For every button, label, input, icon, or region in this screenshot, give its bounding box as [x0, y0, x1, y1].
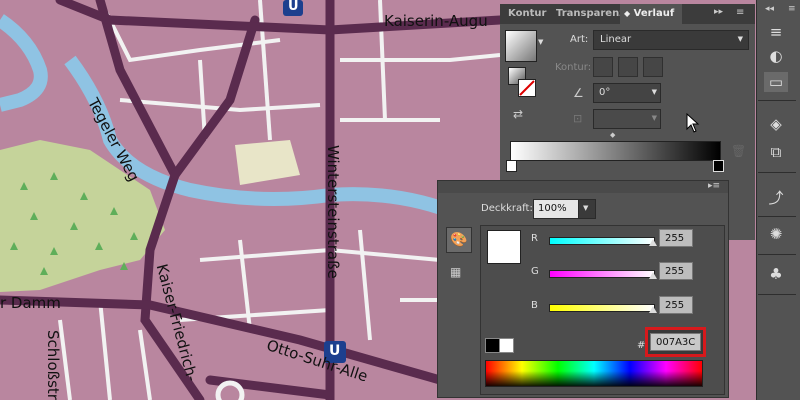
- channel-label-g: G: [531, 266, 539, 277]
- reverse-gradient-icon[interactable]: ⇄: [513, 107, 523, 121]
- white-swatch[interactable]: [499, 338, 514, 353]
- angle-icon: ∠: [573, 86, 584, 100]
- color-preview-swatch[interactable]: [487, 230, 521, 264]
- layers-panel-icon[interactable]: ◈: [764, 114, 788, 134]
- tab-verlauf[interactable]: ◆ Verlauf: [620, 4, 683, 24]
- gradient-stop-white[interactable]: [506, 160, 517, 172]
- panel-menu-icon[interactable]: ≡: [788, 4, 796, 14]
- dock-collapse-icon[interactable]: ◂◂: [765, 4, 774, 14]
- channel-value-g[interactable]: 255: [659, 262, 693, 280]
- double-arrow-icon: ◆: [624, 9, 631, 18]
- midpoint-diamond-icon[interactable]: ◆: [610, 131, 615, 139]
- slider-track-r[interactable]: [549, 237, 655, 245]
- chevron-down-icon: ▼: [651, 88, 657, 96]
- kontur-label: Kontur:: [555, 62, 592, 73]
- aspect-ratio-icon: ⊡: [573, 112, 583, 125]
- street-label-damm: r Damm: [0, 294, 61, 312]
- fill-stroke-icon[interactable]: [508, 67, 538, 97]
- color-inner-area: R 255 G 255 B 255 # 007A3C: [480, 225, 725, 395]
- stroke-across-button[interactable]: [643, 57, 663, 77]
- color-panel: ▸≡ Deckkraft: 100% ▼ 🎨 ▦ R 255 G 255 B 2…: [437, 180, 729, 398]
- opacity-value: 100%: [538, 203, 567, 214]
- stroke-along-button[interactable]: [618, 57, 638, 77]
- gradient-slider-bar[interactable]: [510, 141, 721, 161]
- angle-input[interactable]: 0° ▼: [593, 83, 661, 103]
- opacity-dropdown-button[interactable]: ▼: [578, 199, 596, 219]
- opacity-label: Deckkraft:: [481, 203, 533, 214]
- swatches-grid-icon[interactable]: ▦: [450, 265, 461, 279]
- channel-label-b: B: [531, 300, 538, 311]
- panel-menu-icon[interactable]: ▸≡: [708, 181, 720, 191]
- black-swatch[interactable]: [485, 338, 500, 353]
- ubahn-label: U: [288, 0, 299, 14]
- channel-value-r[interactable]: 255: [659, 229, 693, 247]
- street-label-kaiserin: Kaiserin-Augu: [384, 12, 488, 30]
- channel-value-b[interactable]: 255: [659, 296, 693, 314]
- street-label-schloss: Schloßstr: [44, 330, 62, 400]
- slider-thumb-g[interactable]: [649, 272, 657, 279]
- tab-kontur[interactable]: Kontur: [500, 4, 554, 24]
- color-panel-header: [438, 181, 728, 193]
- slider-thumb-b[interactable]: [649, 306, 657, 313]
- panel-menu-icon[interactable]: ≡: [736, 7, 744, 18]
- street-label-winterstein: Wintersteinstraße: [324, 145, 342, 279]
- chevron-down-icon[interactable]: ▼: [538, 38, 543, 46]
- channel-label-r: R: [531, 233, 538, 244]
- panel-collapse-icon[interactable]: ▸▸: [714, 7, 723, 17]
- chevron-down-icon: ▼: [583, 204, 589, 212]
- mouse-cursor: [686, 113, 700, 133]
- palette-icon[interactable]: 🎨: [446, 227, 472, 253]
- art-select[interactable]: Linear ▼: [593, 30, 749, 50]
- gradient-stop-black[interactable]: [713, 160, 724, 172]
- appearance-panel-icon[interactable]: ✺: [764, 224, 788, 244]
- art-label: Art:: [570, 34, 589, 45]
- chevron-down-icon: ▼: [651, 114, 657, 122]
- art-select-value: Linear: [600, 34, 632, 45]
- tab-verlauf-label: Verlauf: [633, 8, 675, 19]
- symbols-panel-icon[interactable]: ♣: [764, 264, 788, 284]
- chevron-down-icon: ▼: [737, 35, 743, 43]
- transparency-panel-icon[interactable]: ◐: [764, 46, 788, 66]
- aspect-ratio-input[interactable]: ▼: [593, 109, 661, 129]
- hex-input[interactable]: 007A3C: [650, 333, 701, 351]
- stroke-within-button[interactable]: [593, 57, 613, 77]
- hex-value: 007A3C: [656, 337, 696, 348]
- slider-track-b[interactable]: [549, 304, 655, 312]
- angle-value: 0°: [599, 87, 611, 98]
- artboards-panel-icon[interactable]: ⧉: [764, 142, 788, 162]
- slider-track-g[interactable]: [549, 270, 655, 278]
- export-panel-icon[interactable]: ⤴: [764, 188, 788, 208]
- color-spectrum[interactable]: [485, 360, 703, 387]
- gradient-panel-icon[interactable]: ▭: [764, 72, 788, 92]
- gradient-preview-swatch[interactable]: [505, 30, 537, 62]
- stroke-panel-icon[interactable]: ≡: [764, 22, 788, 42]
- slider-thumb-r[interactable]: [649, 239, 657, 246]
- trash-icon[interactable]: 🗑: [731, 144, 746, 158]
